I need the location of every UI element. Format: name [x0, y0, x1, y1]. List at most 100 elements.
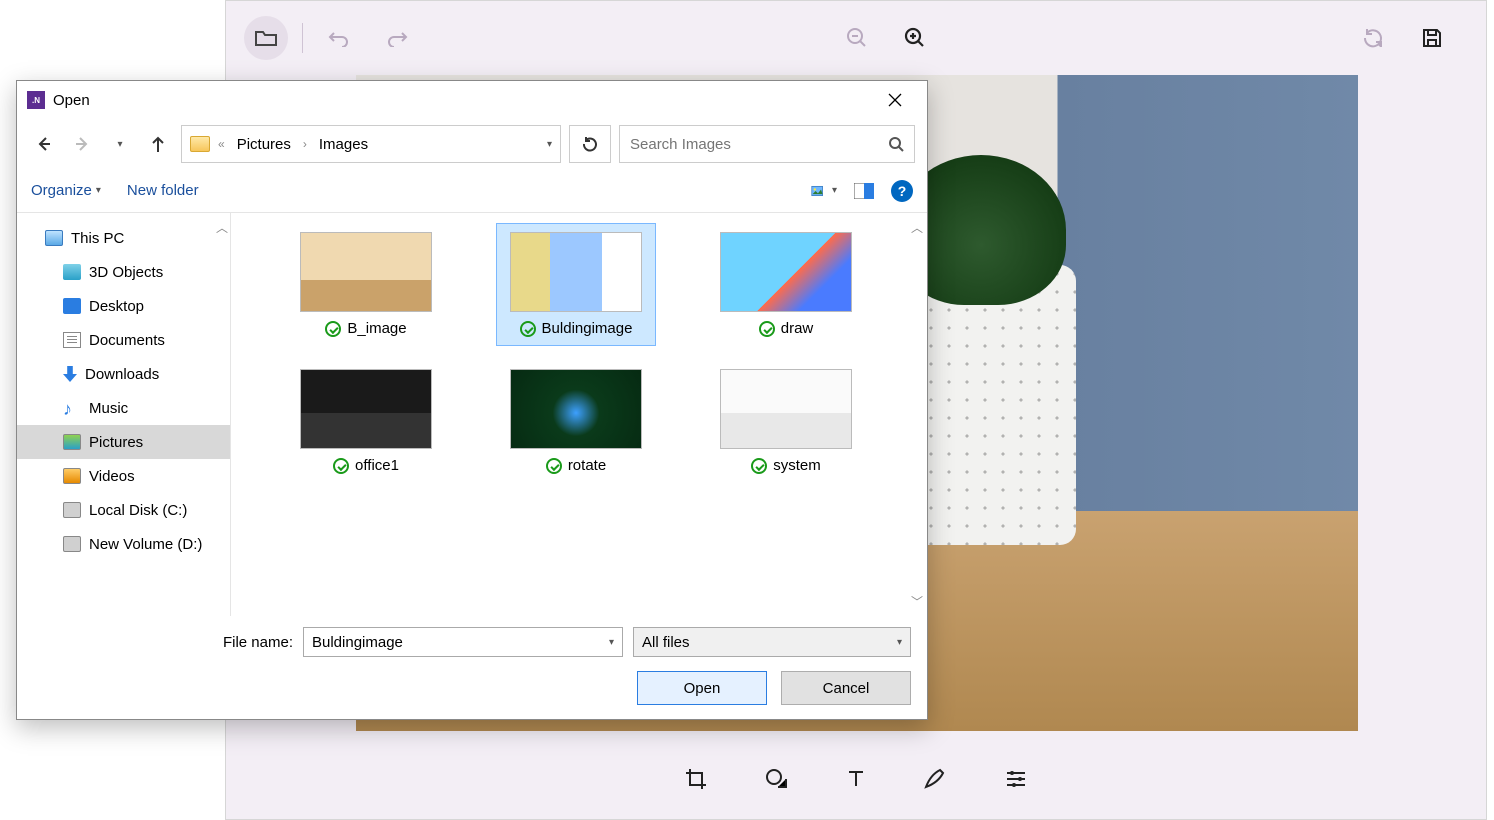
file-type-filter[interactable]: All files ▾ — [633, 627, 911, 657]
reset-button[interactable] — [1352, 16, 1396, 60]
save-button[interactable] — [1410, 16, 1454, 60]
folder-icon — [190, 136, 210, 152]
tree-pictures[interactable]: Pictures — [17, 425, 230, 459]
toolbar-divider — [302, 23, 303, 53]
file-thumbnail — [720, 232, 852, 312]
address-history-dropdown[interactable]: ▾ — [547, 139, 552, 150]
tree-label: Pictures — [89, 434, 143, 451]
navigation-row: ▾ « Pictures › Images ▾ — [17, 119, 927, 169]
file-item[interactable]: draw — [706, 223, 866, 346]
sync-ok-icon — [333, 458, 349, 474]
zoom-out-button[interactable] — [835, 16, 879, 60]
file-item[interactable]: office1 — [286, 360, 446, 483]
app-icon: .N — [27, 91, 45, 109]
sync-ok-icon — [759, 321, 775, 337]
chevron-down-icon: ▾ — [832, 185, 837, 196]
tree-label: Downloads — [85, 366, 159, 383]
file-thumbnail — [300, 369, 432, 449]
tree-desktop[interactable]: Desktop — [17, 289, 230, 323]
file-list[interactable]: ︿ ﹀ B_image Buldingimage draw office1 — [231, 213, 927, 616]
sync-ok-icon — [520, 321, 536, 337]
file-thumbnail — [510, 232, 642, 312]
bottom-toolbar — [226, 739, 1486, 819]
file-item[interactable]: rotate — [496, 360, 656, 483]
scroll-up-icon[interactable]: ︿ — [216, 219, 228, 236]
file-name: Buldingimage — [542, 320, 633, 337]
pen-tool[interactable] — [922, 765, 950, 793]
organize-label: Organize — [31, 182, 92, 199]
file-item[interactable]: B_image — [286, 223, 446, 346]
new-folder-button[interactable]: New folder — [127, 182, 199, 199]
undo-button[interactable] — [317, 16, 361, 60]
scroll-down-icon[interactable]: ﹀ — [911, 593, 923, 610]
open-file-button[interactable] — [244, 16, 288, 60]
search-icon[interactable] — [888, 136, 904, 152]
cancel-button[interactable]: Cancel — [781, 671, 911, 705]
open-button[interactable]: Open — [637, 671, 767, 705]
tree-downloads[interactable]: Downloads — [17, 357, 230, 391]
sync-ok-icon — [751, 458, 767, 474]
tree-label: Documents — [89, 332, 165, 349]
tree-label: New Volume (D:) — [89, 536, 202, 553]
preview-pane-button[interactable] — [851, 178, 877, 204]
disk-icon — [63, 502, 81, 518]
text-tool[interactable] — [842, 765, 870, 793]
breadcrumb-images[interactable]: Images — [315, 136, 372, 153]
tree-documents[interactable]: Documents — [17, 323, 230, 357]
tree-videos[interactable]: Videos — [17, 459, 230, 493]
back-button[interactable] — [29, 129, 59, 159]
recent-locations-dropdown[interactable]: ▾ — [105, 129, 135, 159]
file-name-combo[interactable]: Buldingimage ▾ — [303, 627, 623, 657]
breadcrumb-pictures[interactable]: Pictures — [233, 136, 295, 153]
crop-tool[interactable] — [682, 765, 710, 793]
file-name: draw — [781, 320, 814, 337]
open-label: Open — [684, 680, 721, 697]
forward-button[interactable] — [67, 129, 97, 159]
search-input[interactable] — [630, 136, 888, 153]
close-button[interactable] — [875, 85, 915, 115]
sync-ok-icon — [325, 321, 341, 337]
tree-local-disk[interactable]: Local Disk (C:) — [17, 493, 230, 527]
documents-icon — [63, 332, 81, 348]
tree-label: Desktop — [89, 298, 144, 315]
cancel-label: Cancel — [823, 680, 870, 697]
breadcrumb-separator-icon: « — [218, 137, 225, 151]
tree-label: Local Disk (C:) — [89, 502, 187, 519]
help-button[interactable]: ? — [891, 180, 913, 202]
tree-this-pc[interactable]: This PC — [17, 221, 230, 255]
sync-ok-icon — [546, 458, 562, 474]
tree-label: Music — [89, 400, 128, 417]
chevron-down-icon: ▾ — [96, 185, 101, 196]
disk-icon — [63, 536, 81, 552]
file-type-value: All files — [642, 634, 690, 651]
chevron-down-icon: ▾ — [897, 637, 902, 648]
videos-icon — [63, 468, 81, 484]
dialog-titlebar[interactable]: .N Open — [17, 81, 927, 119]
refresh-button[interactable] — [569, 125, 611, 163]
file-item[interactable]: system — [706, 360, 866, 483]
chevron-right-icon: › — [303, 137, 307, 151]
search-box[interactable] — [619, 125, 915, 163]
file-name-label: File name: — [223, 634, 293, 651]
view-options-button[interactable]: ▾ — [811, 178, 837, 204]
redo-button[interactable] — [375, 16, 419, 60]
adjust-tool[interactable] — [1002, 765, 1030, 793]
chevron-down-icon: ▾ — [609, 637, 614, 648]
address-bar[interactable]: « Pictures › Images ▾ — [181, 125, 561, 163]
tree-music[interactable]: ♪Music — [17, 391, 230, 425]
file-name: rotate — [568, 457, 606, 474]
up-button[interactable] — [143, 129, 173, 159]
desktop-icon — [63, 298, 81, 314]
3d-objects-icon — [63, 264, 81, 280]
zoom-in-button[interactable] — [893, 16, 937, 60]
shape-tool[interactable] — [762, 765, 790, 793]
dialog-title: Open — [53, 92, 90, 109]
tree-3d-objects[interactable]: 3D Objects — [17, 255, 230, 289]
tree-new-volume[interactable]: New Volume (D:) — [17, 527, 230, 561]
organize-menu[interactable]: Organize ▾ — [31, 182, 101, 199]
dialog-body: ︿ This PC 3D Objects Desktop Documents D… — [17, 213, 927, 616]
scroll-up-icon[interactable]: ︿ — [911, 219, 923, 236]
navigation-tree[interactable]: ︿ This PC 3D Objects Desktop Documents D… — [17, 213, 231, 616]
file-item[interactable]: Buldingimage — [496, 223, 656, 346]
new-folder-label: New folder — [127, 182, 199, 199]
